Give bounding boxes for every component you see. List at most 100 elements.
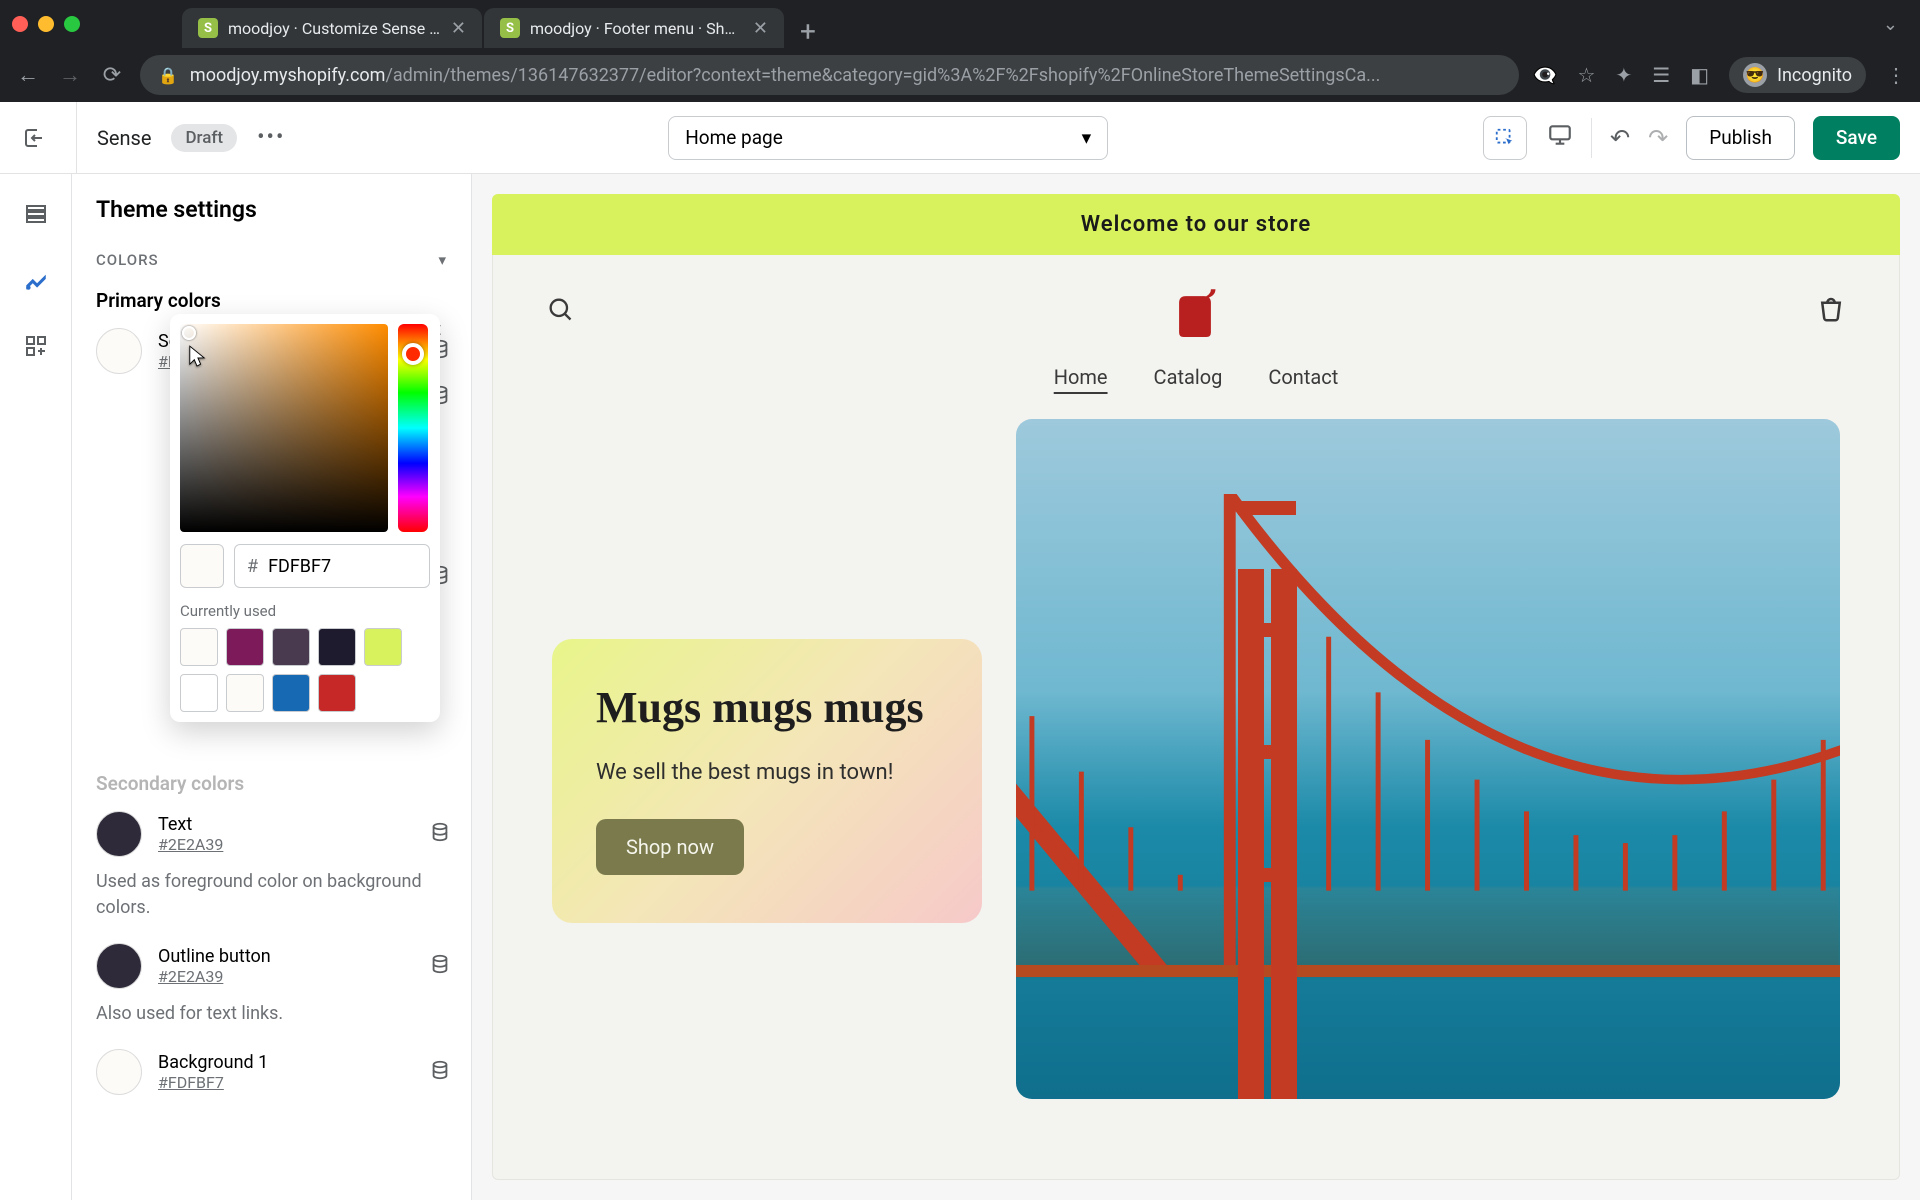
back-button[interactable]: ← xyxy=(14,62,42,88)
redo-button[interactable]: ↷ xyxy=(1648,124,1668,152)
used-swatch[interactable] xyxy=(180,674,218,712)
current-color-swatch xyxy=(180,544,224,588)
dynamic-source-icon[interactable] xyxy=(429,1059,451,1086)
color-swatch[interactable] xyxy=(96,943,142,989)
color-description: Used as foreground color on background c… xyxy=(72,865,471,935)
color-hex: #2E2A39 xyxy=(158,835,223,854)
store-logo[interactable] xyxy=(1166,283,1224,341)
url-path: /admin/themes/136147632377/editor?contex… xyxy=(385,65,1380,86)
undo-button[interactable]: ↶ xyxy=(1610,124,1630,152)
lock-icon: 🔒 xyxy=(158,66,178,85)
dynamic-source-icon[interactable] xyxy=(429,953,451,980)
color-description: Also used for text links. xyxy=(72,997,471,1041)
exit-editor-button[interactable] xyxy=(20,124,48,152)
rail-sections-icon[interactable] xyxy=(20,198,52,230)
address-bar[interactable]: 🔒 moodjoy.myshopify.com/admin/themes/136… xyxy=(140,55,1519,95)
page-selector[interactable]: Home page ▾ xyxy=(668,116,1108,160)
color-name: Outline button xyxy=(158,946,271,967)
color-swatch[interactable] xyxy=(96,811,142,857)
maximize-window-icon[interactable] xyxy=(64,16,80,32)
tab-title: moodjoy · Customize Sense · S xyxy=(228,19,441,38)
chevron-down-icon: ▾ xyxy=(1082,126,1092,149)
hero-subtitle: We sell the best mugs in town! xyxy=(596,756,938,789)
extensions-icon[interactable]: ✦ xyxy=(1615,63,1632,87)
rail-theme-settings-icon[interactable] xyxy=(20,264,52,296)
color-swatch[interactable] xyxy=(96,1049,142,1095)
hero-section[interactable]: Mugs mugs mugs We sell the best mugs in … xyxy=(552,419,1840,1099)
search-icon[interactable] xyxy=(546,295,574,330)
color-name: Text xyxy=(158,814,223,835)
announcement-bar[interactable]: Welcome to our store xyxy=(492,194,1900,255)
theme-name: Sense xyxy=(97,126,151,150)
publish-button[interactable]: Publish xyxy=(1686,116,1795,160)
used-swatch[interactable] xyxy=(318,628,356,666)
section-colors-header[interactable]: COLORS ▾ xyxy=(72,241,471,279)
rail-apps-icon[interactable] xyxy=(20,330,52,362)
color-setting-outline-button[interactable]: Outline button #2E2A39 xyxy=(72,935,471,997)
panel-title: Theme settings xyxy=(96,196,471,223)
new-tab-button[interactable]: + xyxy=(786,15,830,48)
shopify-favicon-icon: S xyxy=(198,18,218,38)
browser-tab-active[interactable]: S moodjoy · Customize Sense · S ✕ xyxy=(182,8,482,48)
nav-home[interactable]: Home xyxy=(1054,365,1108,389)
section-label: COLORS xyxy=(96,251,159,269)
currently-used-swatches xyxy=(180,628,430,712)
minimize-window-icon[interactable] xyxy=(38,16,54,32)
page-selector-value: Home page xyxy=(685,126,783,149)
nav-contact[interactable]: Contact xyxy=(1268,365,1338,389)
hue-thumb[interactable] xyxy=(402,343,424,365)
used-swatch[interactable] xyxy=(180,628,218,666)
incognito-badge[interactable]: 😎 Incognito xyxy=(1729,57,1866,93)
theme-settings-panel: Theme settings COLORS ▾ Primary colors S… xyxy=(72,174,472,1200)
dynamic-source-icon[interactable] xyxy=(429,821,451,848)
shopify-favicon-icon: S xyxy=(500,18,520,38)
incognito-icon: 😎 xyxy=(1743,63,1767,87)
used-swatch[interactable] xyxy=(364,628,402,666)
color-hex: #FDFBF7 xyxy=(158,1073,268,1092)
bookmark-star-icon[interactable]: ☆ xyxy=(1578,63,1596,87)
desktop-viewport-icon[interactable] xyxy=(1547,122,1573,154)
saturation-value-field[interactable] xyxy=(180,324,388,532)
tab-title: moodjoy · Footer menu · Shopi xyxy=(530,19,743,38)
cart-icon[interactable] xyxy=(1816,294,1846,331)
reload-button[interactable]: ⟳ xyxy=(98,63,126,88)
draft-badge: Draft xyxy=(171,124,237,152)
close-window-icon[interactable] xyxy=(12,16,28,32)
used-swatch[interactable] xyxy=(226,674,264,712)
window-controls[interactable] xyxy=(12,16,80,32)
close-tab-icon[interactable]: ✕ xyxy=(451,18,466,39)
left-rail xyxy=(0,174,72,1200)
forward-button[interactable]: → xyxy=(56,62,84,88)
eye-off-icon[interactable]: 👁‍🗨 xyxy=(1533,63,1558,87)
used-swatch[interactable] xyxy=(272,674,310,712)
color-setting-text[interactable]: Text #2E2A39 xyxy=(72,803,471,865)
kebab-menu-icon[interactable]: ⋮ xyxy=(1886,63,1906,87)
theme-preview[interactable]: Welcome to our store Home Catalog xyxy=(492,194,1900,1180)
color-setting-background-1[interactable]: Background 1 #FDFBF7 xyxy=(72,1041,471,1103)
used-swatch[interactable] xyxy=(272,628,310,666)
color-swatch[interactable] xyxy=(96,328,142,374)
browser-tab[interactable]: S moodjoy · Footer menu · Shopi ✕ xyxy=(484,8,784,48)
hero-image xyxy=(1016,419,1840,1099)
close-tab-icon[interactable]: ✕ xyxy=(753,18,768,39)
more-actions-button[interactable]: ••• xyxy=(257,125,285,150)
sv-cursor[interactable] xyxy=(182,326,196,340)
nav-catalog[interactable]: Catalog xyxy=(1154,365,1223,389)
hash-prefix: # xyxy=(247,556,258,577)
save-button[interactable]: Save xyxy=(1813,116,1900,160)
side-panel-icon[interactable]: ◧ xyxy=(1690,63,1709,87)
hex-input[interactable]: # FDFBF7 xyxy=(234,544,430,588)
shop-now-button[interactable]: Shop now xyxy=(596,819,744,875)
used-swatch[interactable] xyxy=(318,674,356,712)
inspector-toggle-button[interactable] xyxy=(1483,116,1527,160)
tab-overflow-icon[interactable]: ⌄ xyxy=(1883,14,1908,35)
hue-slider[interactable] xyxy=(398,324,428,532)
color-picker-popover: # FDFBF7 Currently used xyxy=(170,314,440,722)
hex-value: FDFBF7 xyxy=(268,556,331,577)
color-name: Background 1 xyxy=(158,1052,268,1073)
chevron-down-icon: ▾ xyxy=(438,251,447,269)
currently-used-label: Currently used xyxy=(180,602,430,620)
hero-title: Mugs mugs mugs xyxy=(596,683,938,734)
reading-list-icon[interactable]: ☰ xyxy=(1652,63,1670,87)
used-swatch[interactable] xyxy=(226,628,264,666)
